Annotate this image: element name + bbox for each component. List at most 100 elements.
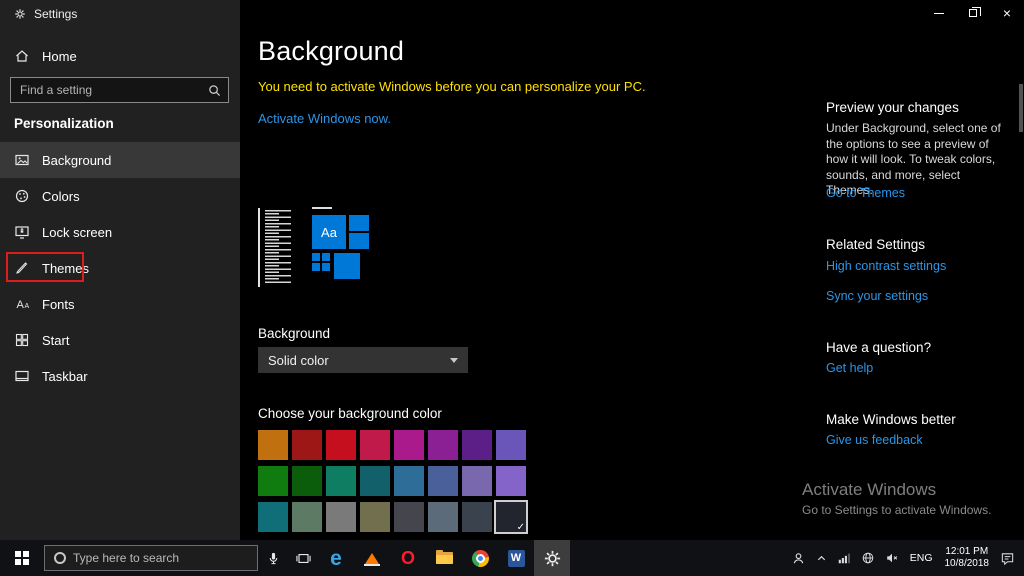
color-swatch[interactable] — [326, 430, 356, 460]
language-indicator[interactable]: ENG — [904, 552, 939, 564]
high-contrast-link[interactable]: High contrast settings — [826, 259, 946, 273]
edge-taskbar-button[interactable]: e — [318, 540, 354, 576]
internet-button[interactable] — [856, 540, 880, 576]
color-swatch[interactable] — [428, 466, 458, 496]
page-title: Background — [258, 36, 404, 67]
sidebar-item-colors[interactable]: Colors — [0, 178, 240, 214]
color-swatch[interactable] — [292, 466, 322, 496]
minimize-icon — [934, 13, 944, 14]
color-swatch[interactable] — [360, 502, 390, 532]
restore-button[interactable] — [956, 0, 990, 26]
network-signal-icon — [837, 551, 851, 565]
window-title: Settings — [14, 7, 77, 21]
microphone-button[interactable] — [258, 540, 288, 576]
make-windows-better-heading: Make Windows better — [826, 412, 956, 427]
settings-taskbar-button[interactable] — [534, 540, 570, 576]
activation-warning-text: You need to activate Windows before you … — [258, 79, 646, 94]
preview-tile — [334, 253, 360, 279]
word-taskbar-button[interactable]: W — [498, 540, 534, 576]
related-settings-heading: Related Settings — [826, 237, 925, 252]
background-type-dropdown[interactable]: Solid color — [258, 347, 468, 373]
people-button[interactable] — [786, 540, 811, 576]
hidden-icons-button[interactable] — [811, 540, 832, 576]
color-swatch[interactable] — [462, 466, 492, 496]
activate-windows-link[interactable]: Activate Windows now. — [258, 111, 391, 126]
sidebar-item-themes[interactable]: Themes — [0, 250, 240, 286]
preview-topbar — [312, 207, 332, 209]
sidebar-nav-list: Background Colors Lock screen Themes AA … — [0, 142, 240, 394]
sidebar-item-label: Themes — [42, 261, 89, 276]
close-button[interactable]: × — [990, 0, 1024, 26]
give-feedback-link[interactable]: Give us feedback — [826, 433, 923, 447]
color-swatch[interactable]: ✓ — [496, 502, 526, 532]
taskbar-clock[interactable]: 12:01 PM 10/8/2018 — [939, 546, 996, 570]
microphone-icon — [266, 551, 281, 566]
have-a-question-heading: Have a question? — [826, 340, 931, 355]
action-center-button[interactable] — [995, 540, 1020, 576]
preview-aa-tile: Aa — [312, 215, 346, 249]
taskbar-search-input[interactable] — [73, 551, 257, 565]
vlc-taskbar-button[interactable] — [354, 540, 390, 576]
volume-button[interactable] — [880, 540, 904, 576]
sidebar-item-label: Background — [42, 153, 111, 168]
settings-search-input[interactable] — [11, 83, 208, 97]
vlc-cone-icon — [364, 551, 380, 566]
opera-taskbar-button[interactable]: O — [390, 540, 426, 576]
color-swatch[interactable] — [428, 430, 458, 460]
clock-time: 12:01 PM — [945, 546, 988, 558]
sync-settings-link[interactable]: Sync your settings — [826, 289, 928, 303]
color-swatch[interactable] — [394, 466, 424, 496]
sidebar-item-taskbar[interactable]: Taskbar — [0, 358, 240, 394]
sidebar-item-lock-screen[interactable]: Lock screen — [0, 214, 240, 250]
desktop: { "colors": { "accent": "#0078d7", "link… — [0, 0, 1024, 576]
settings-gear-icon — [14, 8, 26, 20]
chrome-icon — [472, 550, 489, 567]
people-icon — [791, 551, 806, 566]
color-swatch[interactable] — [326, 502, 356, 532]
color-swatch[interactable] — [292, 430, 322, 460]
start-tiles-icon — [14, 332, 30, 348]
network-button[interactable] — [832, 540, 856, 576]
sidebar-item-start[interactable]: Start — [0, 322, 240, 358]
color-swatch[interactable] — [394, 430, 424, 460]
color-swatch[interactable] — [462, 430, 492, 460]
color-swatch[interactable] — [258, 466, 288, 496]
sidebar-item-home[interactable]: Home — [0, 40, 240, 72]
color-swatch[interactable] — [496, 430, 526, 460]
minimize-button[interactable] — [922, 0, 956, 26]
color-swatch[interactable] — [462, 502, 492, 532]
sidebar-item-label: Lock screen — [42, 225, 112, 240]
lock-screen-icon — [14, 224, 30, 240]
chrome-taskbar-button[interactable] — [462, 540, 498, 576]
color-swatch[interactable] — [360, 466, 390, 496]
go-to-themes-link[interactable]: Go to Themes — [826, 186, 905, 200]
file-explorer-taskbar-button[interactable] — [426, 540, 462, 576]
settings-search-box — [10, 77, 229, 103]
sidebar-item-fonts[interactable]: AA Fonts — [0, 286, 240, 322]
taskbar-search-box — [44, 545, 258, 571]
search-icon[interactable] — [208, 84, 221, 97]
svg-text:A: A — [17, 299, 25, 311]
color-swatch[interactable] — [326, 466, 356, 496]
color-swatch[interactable] — [428, 502, 458, 532]
chevron-down-icon — [450, 358, 458, 363]
scrollbar-thumb[interactable] — [1019, 84, 1023, 132]
gear-icon — [543, 549, 562, 568]
start-button[interactable] — [0, 540, 44, 576]
color-swatch[interactable] — [258, 430, 288, 460]
color-swatch[interactable] — [394, 502, 424, 532]
color-swatch[interactable] — [292, 502, 322, 532]
task-view-button[interactable] — [288, 540, 318, 576]
color-swatch[interactable] — [360, 430, 390, 460]
system-tray: ENG 12:01 PM 10/8/2018 — [786, 540, 1024, 576]
sidebar-item-label: Taskbar — [42, 369, 88, 384]
word-icon: W — [508, 550, 525, 567]
color-swatch[interactable] — [496, 466, 526, 496]
get-help-link[interactable]: Get help — [826, 361, 873, 375]
chevron-up-icon — [816, 553, 827, 564]
paintbrush-icon — [14, 260, 30, 276]
color-palette-icon — [14, 188, 30, 204]
volume-muted-icon — [885, 551, 899, 565]
sidebar-item-background[interactable]: Background — [0, 142, 240, 178]
color-swatch[interactable] — [258, 502, 288, 532]
